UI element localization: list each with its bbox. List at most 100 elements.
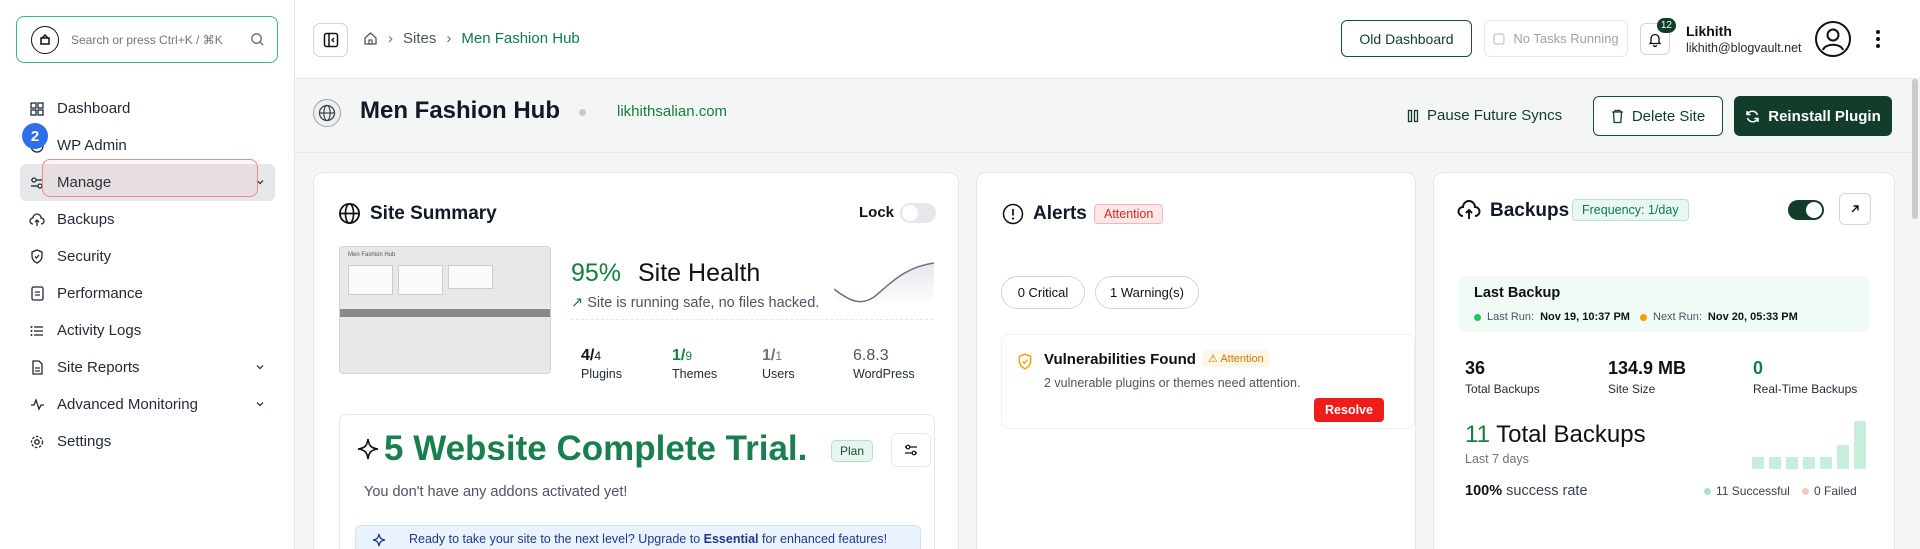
warning-triangle-icon: ⚠ (1208, 353, 1221, 365)
next-run-info: Next Run: Nov 20, 05:33 PM (1640, 311, 1798, 323)
critical-filter-pill[interactable]: 0 Critical (1001, 276, 1085, 309)
weekly-bar (1786, 457, 1798, 469)
weekly-period: Last 7 days (1465, 452, 1529, 466)
chevron-down-icon[interactable] (255, 399, 265, 409)
health-status: ↗ Site is running safe, no files hacked. (571, 295, 820, 311)
sliders-icon (905, 444, 917, 456)
weekly-bar (1803, 457, 1815, 469)
home-icon[interactable] (363, 31, 378, 46)
lock-toggle[interactable] (900, 203, 936, 223)
top-bar: › Sites › Men Fashion Hub Old Dashboard … (295, 0, 1920, 79)
reinstall-label: Reinstall Plugin (1768, 107, 1881, 125)
notification-count-badge: 12 (1656, 18, 1676, 33)
trash-icon (1611, 109, 1624, 124)
addons-message: You don't have any addons activated yet! (364, 484, 628, 500)
status-dot (579, 109, 586, 116)
plan-settings-button[interactable] (891, 433, 931, 467)
stat-value: 4/4 (581, 347, 602, 364)
tasks-status-button[interactable]: No Tasks Running (1484, 20, 1628, 57)
stat-users[interactable]: 1/1 Users (762, 347, 795, 381)
trend-up-icon: ↗ (571, 295, 584, 311)
sparkle-icon (356, 437, 380, 461)
pause-syncs-button[interactable]: Pause Future Syncs (1407, 107, 1562, 124)
more-menu-icon[interactable] (1875, 29, 1881, 49)
legend-failed: 0 Failed (1802, 484, 1857, 498)
panel-left-icon (323, 32, 338, 48)
site-url-link[interactable]: likhithsalian.com (617, 103, 727, 120)
alerts-title: Alerts (1033, 203, 1087, 224)
frequency-badge: Frequency: 1/day (1572, 199, 1689, 221)
breadcrumb-sites[interactable]: Sites (403, 30, 436, 47)
sidebar-item-site-reports[interactable]: Site Reports (20, 349, 275, 386)
stat-themes[interactable]: 1/9 Themes (672, 347, 717, 381)
alerts-card: Alerts Attention 0 Critical 1 Warning(s)… (976, 172, 1416, 549)
vulnerabilities-item: Vulnerabilities Found ⚠ Attention 2 vuln… (1001, 334, 1415, 429)
sidebar-item-dashboard[interactable]: Dashboard (20, 90, 275, 127)
weekly-bar (1837, 445, 1849, 469)
shield-icon (29, 249, 45, 265)
sidebar-item-backups[interactable]: Backups (20, 201, 275, 238)
page-scrollbar[interactable] (1912, 79, 1918, 219)
globe-icon (338, 202, 361, 225)
pause-icon (1407, 109, 1419, 123)
notifications-button[interactable]: 12 (1640, 18, 1676, 55)
backups-enabled-toggle[interactable] (1788, 200, 1824, 220)
open-backups-button[interactable] (1839, 193, 1871, 225)
old-dashboard-button[interactable]: Old Dashboard (1341, 20, 1472, 57)
sidebar-nav: Dashboard WP Admin Manage Backups Securi… (20, 90, 275, 460)
sidebar-item-label: WP Admin (57, 137, 127, 154)
health-percentage: 95% (571, 259, 622, 287)
sidebar-item-security[interactable]: Security (20, 238, 275, 275)
weekly-bar (1854, 421, 1866, 469)
delete-site-button[interactable]: Delete Site (1593, 96, 1723, 136)
sidebar-item-advanced-monitoring[interactable]: Advanced Monitoring (20, 386, 275, 423)
tasks-label: No Tasks Running (1513, 31, 1619, 46)
reinstall-plugin-button[interactable]: Reinstall Plugin (1734, 96, 1892, 136)
stat-total-backups: 36 Total Backups (1465, 358, 1540, 396)
refresh-icon (1745, 109, 1760, 124)
user-name: Likhith (1686, 23, 1732, 39)
avatar-icon[interactable] (1814, 20, 1852, 58)
trial-section: 5 Website Complete Trial. Plan You don't… (339, 414, 935, 549)
manage-highlight-overlay (42, 159, 258, 197)
breadcrumb-separator: › (388, 30, 393, 47)
breadcrumb-current: Men Fashion Hub (461, 30, 580, 47)
resolve-button[interactable]: Resolve (1314, 398, 1384, 422)
stat-label: WordPress (853, 367, 915, 381)
warnings-filter-pill[interactable]: 1 Warning(s) (1095, 276, 1199, 309)
plan-badge[interactable]: Plan (831, 440, 874, 462)
search-icon[interactable] (250, 32, 265, 47)
sidebar-item-label: Performance (57, 285, 143, 302)
weekly-bar (1820, 457, 1832, 469)
user-info[interactable]: Likhith likhith@blogvault.net (1686, 23, 1802, 55)
search-input[interactable] (71, 32, 241, 47)
search-box[interactable] (16, 16, 278, 63)
trial-title: 5 Website Complete Trial. (384, 429, 808, 468)
sidebar-item-label: Activity Logs (57, 322, 142, 339)
site-thumbnail[interactable]: Men Fashion Hub (339, 246, 551, 374)
sidebar-item-label: Dashboard (57, 100, 131, 117)
lock-label: Lock (859, 204, 895, 221)
sidebar-item-label: Advanced Monitoring (57, 396, 198, 413)
success-rate: 100% success rate (1465, 483, 1588, 499)
vulnerabilities-description: 2 vulnerable plugins or themes need atte… (1044, 376, 1301, 390)
stat-wordpress[interactable]: 6.8.3 WordPress (853, 347, 915, 381)
sidebar-toggle-button[interactable] (313, 23, 348, 57)
sidebar-item-activity-logs[interactable]: Activity Logs (20, 312, 275, 349)
sidebar-item-performance[interactable]: Performance (20, 275, 275, 312)
globe-icon (313, 99, 341, 127)
gear-icon (29, 434, 45, 450)
vulnerabilities-title: Vulnerabilities Found (1044, 351, 1196, 368)
chevron-down-icon[interactable] (255, 362, 265, 372)
bell-icon (1648, 33, 1662, 47)
thumbnail-title: Men Fashion Hub (348, 252, 396, 258)
sidebar-item-settings[interactable]: Settings (20, 423, 275, 460)
legend-successful: 11 Successful (1704, 484, 1790, 498)
stat-value: 1/9 (672, 347, 693, 364)
upgrade-plan-link[interactable]: Essential (704, 532, 759, 546)
site-summary-title: Site Summary (370, 203, 497, 224)
stat-plugins[interactable]: 4/4 Plugins (581, 347, 622, 381)
sidebar-item-label: Site Reports (57, 359, 140, 376)
breadcrumb: › Sites › Men Fashion Hub (363, 30, 580, 47)
stat-site-size: 134.9 MB Site Size (1608, 358, 1687, 396)
